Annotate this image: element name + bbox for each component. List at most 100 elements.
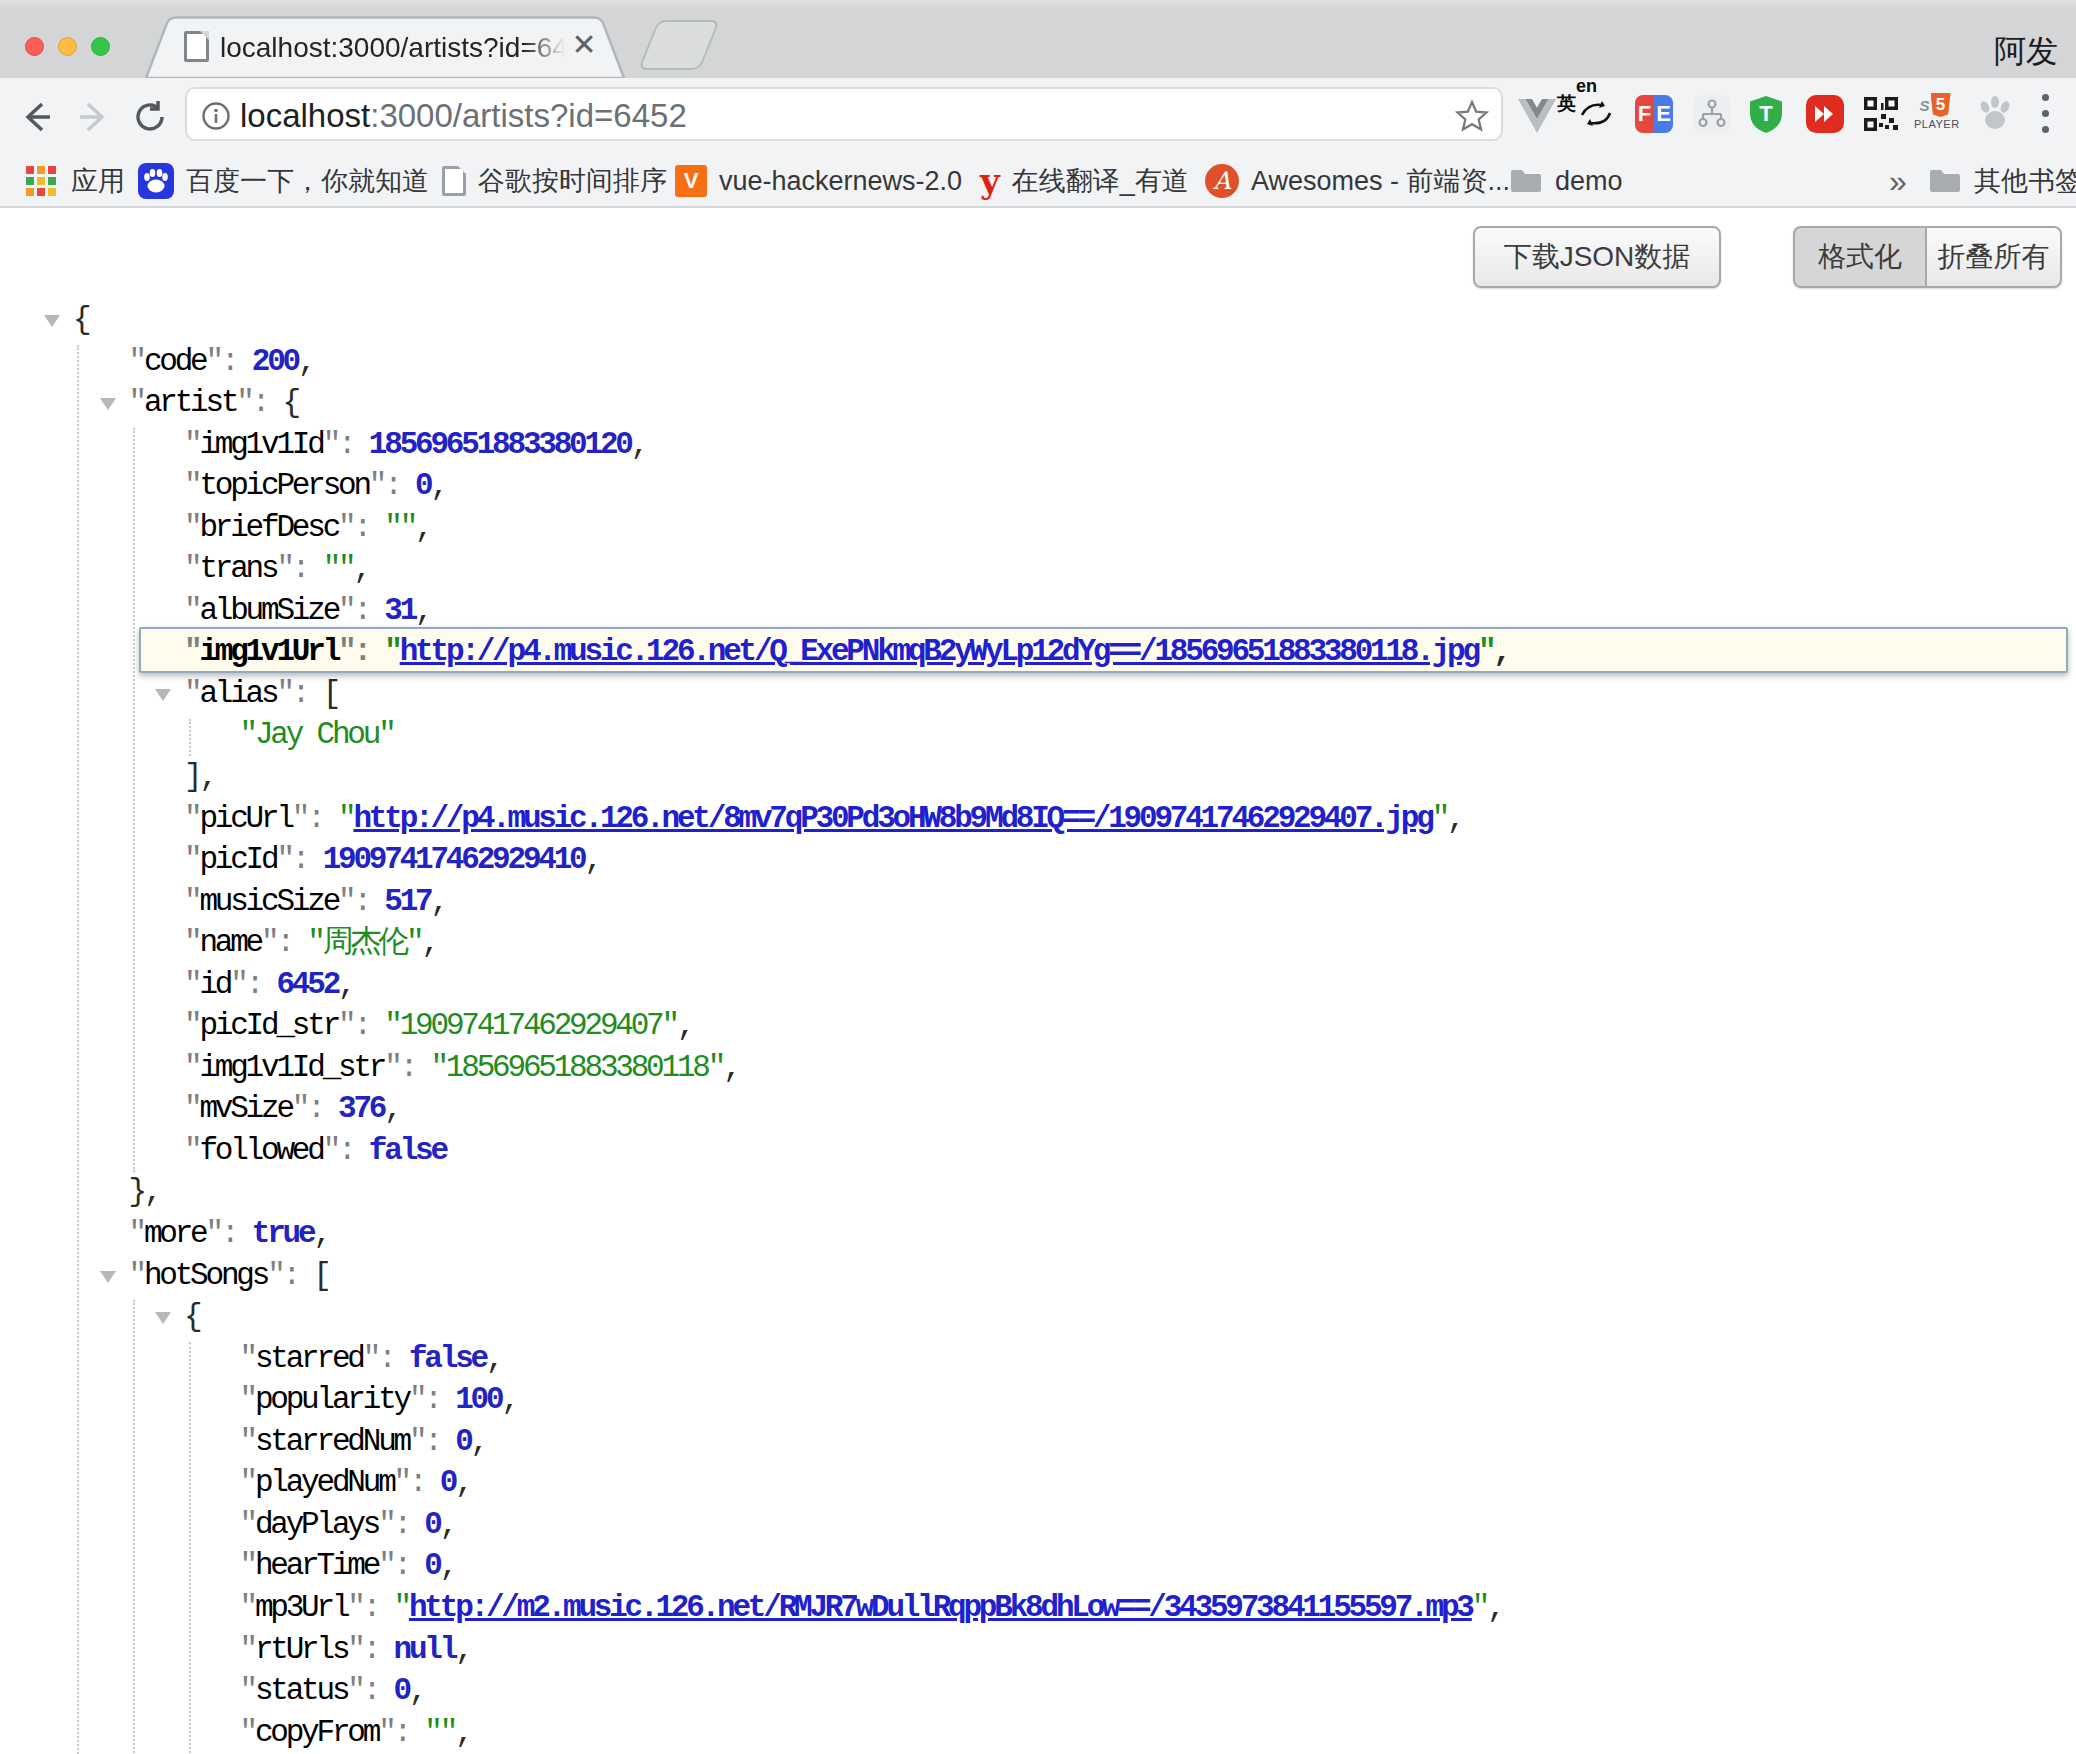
json-token: "	[323, 1133, 338, 1168]
a-icon: A	[1205, 164, 1239, 198]
extension-fe-helper-icon[interactable]: FE	[1635, 95, 1673, 133]
json-url-link[interactable]: http://p4.music.126.net/8mv7qP30Pd3oHW8b…	[353, 801, 1431, 836]
bookmark-google-sort[interactable]: 谷歌按时间排序	[442, 156, 667, 206]
json-token: "	[206, 1216, 221, 1251]
json-line: "img1v1Id_str": "18569651883380118",	[0, 1047, 2076, 1089]
json-token: "	[363, 1341, 378, 1376]
json-line: "topicPerson": 0,	[0, 465, 2076, 507]
json-token: alias	[199, 676, 276, 711]
extension-vue-devtools-icon[interactable]	[1518, 99, 1556, 137]
window-minimize-button[interactable]	[58, 37, 77, 56]
json-token: :	[424, 1382, 455, 1417]
json-token: "	[184, 634, 199, 669]
json-token: :	[400, 1050, 431, 1085]
page-icon	[442, 166, 466, 196]
json-line: ],	[0, 756, 2076, 798]
json-token: "	[347, 1673, 362, 1708]
json-token: popularity	[255, 1382, 409, 1417]
download-json-button[interactable]: 下载JSON数据	[1473, 226, 1721, 288]
json-token: "	[240, 1548, 255, 1583]
view-mode-segmented-control: 格式化 折叠所有	[1793, 226, 2062, 288]
json-token: false	[409, 1341, 486, 1376]
json-token: :	[394, 1507, 425, 1542]
menu-icon[interactable]	[2042, 94, 2050, 142]
json-token: :	[246, 967, 277, 1002]
json-token: :	[292, 551, 323, 586]
json-token: "	[338, 510, 353, 545]
json-line: {	[0, 1296, 2076, 1338]
back-button[interactable]	[20, 78, 54, 156]
json-token: 200	[252, 344, 298, 379]
json-token: albumSize	[199, 593, 338, 628]
json-token: :	[221, 1216, 252, 1251]
json-token: :	[307, 801, 338, 836]
bookmark-label: 其他书签	[1974, 163, 2076, 199]
collapse-triangle-icon[interactable]	[100, 398, 116, 410]
v-icon: V	[675, 165, 707, 197]
json-token: copyFrom	[255, 1715, 378, 1750]
new-tab-button[interactable]	[638, 20, 720, 70]
json-token: 100	[455, 1382, 501, 1417]
bookmark-star-icon[interactable]	[1455, 99, 1489, 133]
json-url-link[interactable]: http://p4.music.126.net/Q_ExePNkmqB2yWyL…	[400, 634, 1478, 669]
json-token: "	[338, 801, 353, 836]
bookmark-baidu[interactable]: 百度一下，你就知道	[138, 156, 429, 206]
json-token: "周杰伦"	[307, 925, 421, 960]
json-token: "	[184, 1008, 199, 1043]
json-token: ,	[585, 842, 600, 877]
json-token: :	[353, 634, 384, 669]
window-close-button[interactable]	[25, 37, 44, 56]
json-token: ,	[298, 344, 313, 379]
content-area: 下载JSON数据 格式化 折叠所有 {"code": 200,"artist":…	[0, 208, 2076, 1754]
json-token: "	[184, 842, 199, 877]
json-token: 19097417462929410	[323, 842, 585, 877]
json-line: {	[0, 299, 2076, 341]
format-button[interactable]: 格式化	[1793, 226, 1925, 288]
collapse-all-button[interactable]: 折叠所有	[1925, 226, 2062, 288]
browser-tab[interactable]: localhost:3000/artists?id=645 ✕	[145, 16, 627, 78]
bookmarks-overflow-chevron[interactable]: »	[1889, 156, 1907, 206]
collapse-triangle-icon[interactable]	[155, 1312, 171, 1324]
json-token: :	[221, 344, 252, 379]
window-zoom-button[interactable]	[91, 37, 110, 56]
collapse-triangle-icon[interactable]	[155, 689, 171, 701]
json-token: "	[184, 510, 199, 545]
url-text[interactable]: localhost:3000/artists?id=6452	[240, 97, 687, 135]
json-token: :	[353, 884, 384, 919]
tab-close-icon[interactable]: ✕	[569, 30, 599, 60]
json-token: :	[384, 468, 415, 503]
bookmark-vue-hackernews[interactable]: V vue-hackernews-2.0	[675, 156, 962, 206]
extension-paw-icon[interactable]	[1977, 95, 2015, 133]
extension-qr-code-icon[interactable]	[1862, 95, 1900, 133]
extension-sitemap-icon[interactable]	[1693, 95, 1731, 133]
json-token: "	[240, 1590, 255, 1625]
json-line: "hotSongs": [	[0, 1255, 2076, 1297]
json-token: "	[240, 1632, 255, 1667]
bookmark-apps[interactable]: 应用	[25, 156, 125, 206]
bookmark-youdao[interactable]: y 在线翻译_有道	[980, 156, 1189, 206]
json-line: "code": 200,	[0, 341, 2076, 383]
json-token: :	[353, 510, 384, 545]
html5-player-label: PLAYER	[1914, 118, 1960, 130]
extension-video-play-icon[interactable]	[1806, 95, 1844, 133]
json-token: "	[338, 634, 353, 669]
extension-tampermonkey-icon[interactable]: T	[1747, 95, 1785, 133]
bookmark-other-bookmarks[interactable]: 其他书签	[1928, 156, 2076, 206]
json-token: "	[184, 1050, 199, 1085]
json-url-link[interactable]: http://m2.music.126.net/RMJR7wDullRqppBk…	[409, 1590, 1472, 1625]
info-icon[interactable]	[201, 101, 231, 131]
extension-html5-player-icon[interactable]: S5 PLAYER	[1914, 92, 1956, 132]
json-token: musicSize	[199, 884, 338, 919]
json-token: "	[184, 925, 199, 960]
collapse-triangle-icon[interactable]	[100, 1271, 116, 1283]
json-token: "	[384, 634, 399, 669]
bookmark-demo[interactable]: demo	[1509, 156, 1623, 206]
forward-button[interactable]	[76, 78, 110, 156]
profile-name[interactable]: 阿发	[1994, 30, 2058, 74]
collapse-triangle-icon[interactable]	[44, 315, 60, 327]
bookmark-awesomes[interactable]: A Awesomes - 前端资...	[1205, 156, 1510, 206]
json-token: 0	[415, 468, 430, 503]
reload-button[interactable]	[132, 78, 168, 156]
address-bar[interactable]: localhost:3000/artists?id=6452	[185, 87, 1503, 141]
json-token: 517	[384, 884, 430, 919]
